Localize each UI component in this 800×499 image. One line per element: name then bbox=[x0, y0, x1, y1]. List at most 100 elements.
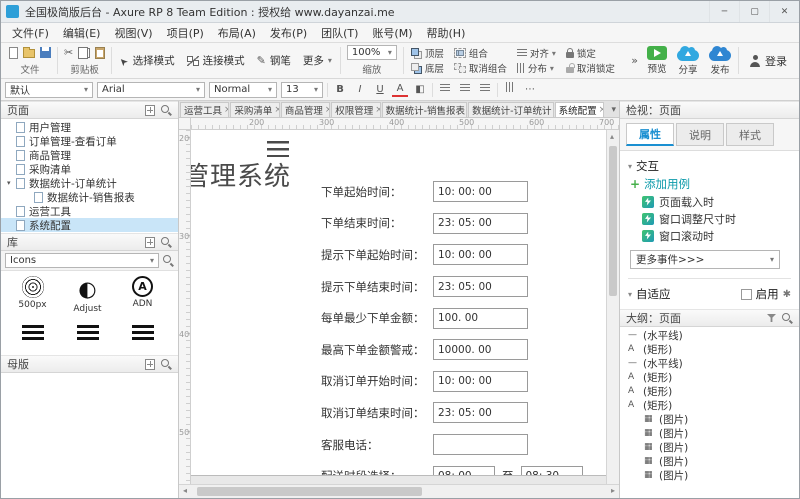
style-preset-select[interactable]: 默认 ▾ bbox=[5, 81, 93, 98]
outline-item[interactable]: ▦ (图片) bbox=[620, 454, 799, 468]
tab-close-icon[interactable]: × bbox=[599, 105, 603, 115]
document-tab[interactable]: 系统配置 × bbox=[554, 102, 604, 117]
gear-icon[interactable]: ✱ bbox=[783, 289, 791, 300]
page-tree-item[interactable]: ▾ 数据统计-订单统计 bbox=[1, 176, 178, 190]
select-mode-button[interactable]: ➤ 选择模式 bbox=[114, 45, 180, 76]
document-tab[interactable]: 数据统计-销售报表 × bbox=[381, 102, 468, 117]
close-button[interactable]: ✕ bbox=[769, 1, 799, 22]
form-input[interactable]: 23: 05: 00 bbox=[433, 276, 528, 298]
enable-checkbox[interactable] bbox=[740, 288, 752, 300]
scroll-right-icon[interactable]: ▸ bbox=[611, 486, 615, 495]
outline-item[interactable]: — (水平线) bbox=[620, 328, 799, 342]
horizontal-scrollbar[interactable]: ◂ ▸ bbox=[179, 484, 619, 498]
interaction-section-header[interactable]: ▾ 交互 bbox=[628, 157, 791, 175]
save-icon[interactable] bbox=[40, 47, 51, 58]
document-tab[interactable]: 权限管理 × bbox=[331, 102, 381, 117]
library-item[interactable] bbox=[115, 321, 170, 342]
outline-item[interactable]: ▦ (图片) bbox=[620, 440, 799, 454]
tab-close-icon[interactable]: × bbox=[224, 105, 228, 115]
form-input[interactable]: 10: 00: 00 bbox=[433, 244, 528, 266]
tab-close-icon[interactable]: × bbox=[274, 105, 278, 115]
publish-button[interactable]: 发布 bbox=[704, 45, 736, 76]
tree-expand-icon[interactable]: ▾ bbox=[7, 179, 16, 187]
underline-icon[interactable]: U bbox=[372, 83, 388, 97]
search-icon[interactable] bbox=[161, 104, 172, 116]
form-input[interactable]: 10: 00: 00 bbox=[433, 181, 528, 203]
open-file-icon[interactable] bbox=[23, 47, 35, 58]
paste-icon[interactable] bbox=[95, 46, 106, 59]
search-icon[interactable] bbox=[161, 236, 172, 248]
tab-close-icon[interactable]: × bbox=[375, 105, 379, 115]
inspector-tab[interactable]: 样式 bbox=[726, 123, 774, 146]
filter-icon[interactable] bbox=[767, 314, 776, 322]
outline-item[interactable]: A (矩形) bbox=[620, 342, 799, 356]
outline-item[interactable]: A (矩形) bbox=[620, 370, 799, 384]
library-item[interactable] bbox=[5, 321, 60, 342]
form-input[interactable]: 100. 00 bbox=[433, 307, 528, 329]
maximize-button[interactable]: ▢ bbox=[739, 1, 769, 22]
more-tools-button[interactable]: 更多 ▾ bbox=[297, 45, 338, 76]
share-button[interactable]: 分享 bbox=[672, 45, 704, 76]
bold-icon[interactable]: B bbox=[332, 83, 348, 97]
distribute-button[interactable]: 分布 ▾ bbox=[515, 62, 558, 75]
form-input[interactable]: 23: 05: 00 bbox=[433, 402, 528, 424]
document-tab[interactable]: 运营工具 × bbox=[180, 102, 230, 117]
event-item[interactable]: 页面载入时 bbox=[628, 193, 791, 210]
group-button[interactable]: 组合 bbox=[452, 47, 509, 60]
tab-list-icon[interactable]: ▾ bbox=[611, 105, 616, 115]
minimize-button[interactable]: ─ bbox=[709, 1, 739, 22]
connect-mode-button[interactable]: 连接模式 bbox=[181, 45, 251, 76]
send-to-back-button[interactable]: 底层 bbox=[409, 62, 446, 75]
page-tree-item[interactable]: 商品管理 bbox=[1, 148, 178, 162]
scroll-left-icon[interactable]: ◂ bbox=[183, 486, 187, 495]
menu-item[interactable]: 账号(M) bbox=[365, 23, 419, 43]
canvas-viewport[interactable]: 管理系统 下单起始时间： 10: 00: 00 下单结束时间： 23: 05: … bbox=[191, 130, 606, 484]
unlock-button[interactable]: 取消锁定 bbox=[564, 62, 617, 75]
form-input-2[interactable]: 08: 30 bbox=[520, 465, 583, 475]
more-events-select[interactable]: 更多事件>>> ▾ bbox=[630, 250, 780, 269]
library-item[interactable]: A ADN bbox=[115, 276, 170, 314]
outline-item[interactable]: — (水平线) bbox=[620, 356, 799, 370]
align-right-icon[interactable] bbox=[477, 83, 493, 97]
menu-item[interactable]: 编辑(E) bbox=[56, 23, 108, 43]
search-icon[interactable] bbox=[782, 312, 793, 324]
menu-item[interactable]: 发布(P) bbox=[263, 23, 314, 43]
bring-to-front-button[interactable]: 顶层 bbox=[409, 47, 446, 60]
library-item[interactable]: ◐ Adjust bbox=[60, 276, 115, 314]
cut-icon[interactable]: ✂ bbox=[64, 47, 73, 58]
add-page-icon[interactable] bbox=[145, 104, 155, 116]
inspector-tab[interactable]: 说明 bbox=[676, 123, 724, 146]
align-left-icon[interactable] bbox=[437, 83, 453, 97]
event-item[interactable]: 窗口调整尺寸时 bbox=[628, 210, 791, 227]
outline-item[interactable]: A (矩形) bbox=[620, 398, 799, 412]
document-tab[interactable]: 数据统计-订单统计 × bbox=[468, 102, 554, 117]
page-tree-item[interactable]: 采购清单 bbox=[1, 162, 178, 176]
menu-item[interactable]: 帮助(H) bbox=[420, 23, 473, 43]
font-family-select[interactable]: Arial ▾ bbox=[97, 81, 205, 98]
library-item[interactable]: 500px bbox=[5, 276, 60, 314]
form-input[interactable] bbox=[433, 434, 528, 456]
preview-button[interactable]: 预览 bbox=[642, 45, 672, 76]
pen-button[interactable]: ✎ 钢笔 bbox=[251, 45, 297, 76]
toolbar-overflow-icon[interactable]: » bbox=[627, 54, 642, 67]
page-tree-item[interactable]: 用户管理 bbox=[1, 120, 178, 134]
menu-item[interactable]: 文件(F) bbox=[5, 23, 56, 43]
copy-icon[interactable] bbox=[78, 46, 91, 59]
bullet-list-icon[interactable] bbox=[502, 82, 518, 97]
font-color-icon[interactable]: A bbox=[392, 83, 408, 97]
horizontal-scroll-thumb[interactable] bbox=[197, 487, 422, 496]
library-search-icon[interactable] bbox=[163, 255, 174, 266]
scroll-up-icon[interactable]: ▴ bbox=[610, 132, 614, 141]
page-tree-item[interactable]: 订单管理-查看订单 bbox=[1, 134, 178, 148]
font-weight-select[interactable]: Normal ▾ bbox=[209, 81, 277, 98]
outline-item[interactable]: ▦ (图片) bbox=[620, 426, 799, 440]
menu-item[interactable]: 项目(P) bbox=[160, 23, 211, 43]
form-input[interactable]: 10000. 00 bbox=[433, 339, 528, 361]
form-input[interactable]: 23: 05: 00 bbox=[433, 212, 528, 234]
font-size-select[interactable]: 13 ▾ bbox=[281, 81, 323, 98]
vertical-scrollbar[interactable]: ▴ bbox=[606, 130, 619, 484]
form-input[interactable]: 08: 00 bbox=[433, 465, 495, 475]
tab-close-icon[interactable]: × bbox=[325, 105, 329, 115]
document-tab[interactable]: 采购清单 × bbox=[230, 102, 280, 117]
outline-item[interactable]: ▦ (图片) bbox=[620, 412, 799, 426]
